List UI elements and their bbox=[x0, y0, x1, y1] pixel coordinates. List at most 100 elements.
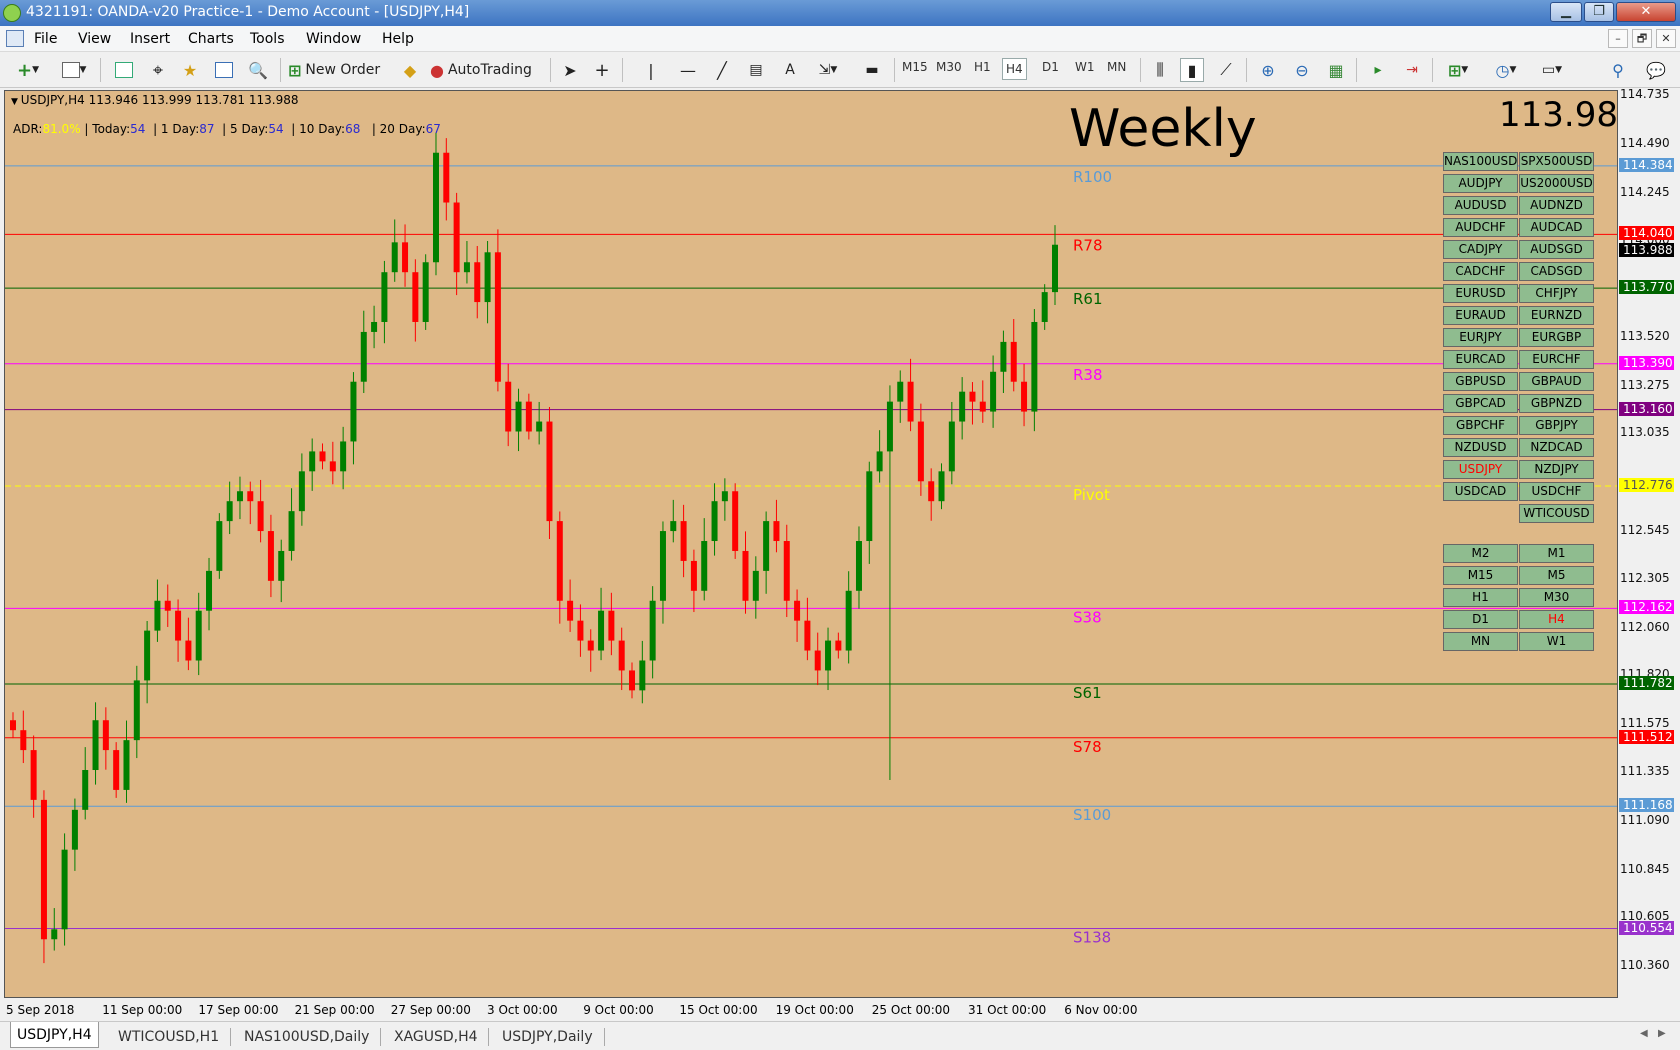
tabs-scroll-left-icon[interactable]: ◀ bbox=[1640, 1028, 1648, 1039]
tab-xagusd-h4[interactable]: XAGUSD,H4 bbox=[388, 1026, 484, 1048]
autotrading-button[interactable]: ● AutoTrading bbox=[430, 58, 542, 82]
crosshair-icon[interactable]: + bbox=[590, 58, 614, 82]
symbol-button-eurgbp[interactable]: EURGBP bbox=[1519, 328, 1594, 347]
symbol-button-euraud[interactable]: EURAUD bbox=[1443, 306, 1518, 325]
text-tool-icon[interactable]: A bbox=[778, 58, 802, 82]
chat-icon[interactable]: 💬 bbox=[1642, 58, 1670, 82]
symbol-button-nzdjpy[interactable]: NZDJPY bbox=[1519, 460, 1594, 479]
symbol-button-spx500usd[interactable]: SPX500USD bbox=[1519, 152, 1594, 171]
data-window-icon[interactable]: ⌖ bbox=[146, 58, 170, 82]
symbol-button-gbpaud[interactable]: GBPAUD bbox=[1519, 372, 1594, 391]
tab-usdjpy-daily[interactable]: USDJPY,Daily bbox=[496, 1026, 599, 1048]
new-chart-icon[interactable]: + ▼ bbox=[10, 58, 46, 82]
cursor-icon[interactable]: ➤ bbox=[558, 58, 582, 82]
symbol-button-wticousd[interactable]: WTICOUSD bbox=[1519, 504, 1594, 523]
templates-icon[interactable]: ▭ ▼ bbox=[1534, 58, 1570, 82]
chart-shift-icon[interactable]: ▸ bbox=[1366, 58, 1390, 82]
tf-w1[interactable]: W1 bbox=[1075, 60, 1095, 74]
menu-file[interactable]: File bbox=[34, 31, 57, 47]
candlestick-icon[interactable]: ▮ bbox=[1180, 58, 1204, 82]
expert-advisors-icon[interactable]: ◆ bbox=[398, 58, 422, 82]
tf-button-m30[interactable]: M30 bbox=[1519, 588, 1594, 607]
tf-button-d1[interactable]: D1 bbox=[1443, 610, 1518, 629]
tf-m30[interactable]: M30 bbox=[936, 60, 962, 74]
symbol-button-us2000usd[interactable]: US2000USD bbox=[1519, 174, 1594, 193]
tab-usdjpy-h4[interactable]: USDJPY,H4 bbox=[10, 1022, 99, 1048]
strategy-tester-icon[interactable]: 🔍 bbox=[246, 58, 270, 82]
period-separator-icon[interactable]: ▬ bbox=[860, 58, 884, 82]
maximize-button[interactable]: ❐ bbox=[1584, 2, 1614, 22]
symbol-button-cadjpy[interactable]: CADJPY bbox=[1443, 240, 1518, 259]
tf-h1[interactable]: H1 bbox=[974, 60, 991, 74]
horizontal-line-icon[interactable]: — bbox=[676, 58, 700, 82]
vertical-line-icon[interactable]: | bbox=[642, 58, 660, 82]
close-button[interactable]: ✕ bbox=[1616, 2, 1676, 22]
tf-button-m2[interactable]: M2 bbox=[1443, 544, 1518, 563]
symbol-button-eurusd[interactable]: EURUSD bbox=[1443, 284, 1518, 303]
price-chart[interactable]: R100 R78 R61 R38 Pivot S38 S61 S78 S100 S138 bbox=[5, 91, 1618, 998]
tf-button-mn[interactable]: MN bbox=[1443, 632, 1518, 651]
symbol-button-gbpchf[interactable]: GBPCHF bbox=[1443, 416, 1518, 435]
symbol-button-audcad[interactable]: AUDCAD bbox=[1519, 218, 1594, 237]
symbol-button-nzdcad[interactable]: NZDCAD bbox=[1519, 438, 1594, 457]
symbol-button-audjpy[interactable]: AUDJPY bbox=[1443, 174, 1518, 193]
search-icon[interactable]: ⚲ bbox=[1606, 58, 1630, 82]
symbol-button-eurjpy[interactable]: EURJPY bbox=[1443, 328, 1518, 347]
zoom-out-icon[interactable]: ⊖ bbox=[1290, 58, 1314, 82]
symbol-button-chfjpy[interactable]: CHFJPY bbox=[1519, 284, 1594, 303]
menu-tools[interactable]: Tools bbox=[250, 31, 285, 47]
symbol-button-audsgd[interactable]: AUDSGD bbox=[1519, 240, 1594, 259]
tf-mn[interactable]: MN bbox=[1107, 60, 1126, 74]
tab-wticousd-h1[interactable]: WTICOUSD,H1 bbox=[112, 1026, 225, 1048]
mdi-minimize-button[interactable]: – bbox=[1608, 29, 1628, 48]
chart-area[interactable]: R100 R78 R61 R38 Pivot S38 S61 S78 S100 S138 ▼ US… bbox=[4, 90, 1618, 998]
arrows-icon[interactable]: ⇲ ▼ bbox=[810, 58, 846, 82]
menu-window[interactable]: Window bbox=[306, 31, 361, 47]
autoscroll-icon[interactable]: ⇥ bbox=[1400, 58, 1424, 82]
symbol-button-gbpjpy[interactable]: GBPJPY bbox=[1519, 416, 1594, 435]
symbol-button-usdcad[interactable]: USDCAD bbox=[1443, 482, 1518, 501]
menu-view[interactable]: View bbox=[78, 31, 111, 47]
symbol-button-audusd[interactable]: AUDUSD bbox=[1443, 196, 1518, 215]
menu-charts[interactable]: Charts bbox=[188, 31, 234, 47]
profiles-icon[interactable]: ▼ bbox=[56, 58, 92, 82]
symbol-button-nas100usd[interactable]: NAS100USD bbox=[1443, 152, 1518, 171]
chart-document-icon[interactable] bbox=[6, 30, 24, 47]
tf-button-m1[interactable]: M1 bbox=[1519, 544, 1594, 563]
tf-button-m15[interactable]: M15 bbox=[1443, 566, 1518, 585]
tf-h4[interactable]: H4 bbox=[1002, 58, 1027, 80]
mdi-restore-button[interactable]: 🗗 bbox=[1632, 29, 1652, 48]
minimize-button[interactable]: ▁ bbox=[1550, 2, 1582, 22]
tab-nas100usd-daily[interactable]: NAS100USD,Daily bbox=[238, 1026, 375, 1048]
bar-chart-icon[interactable]: ⫼ bbox=[1148, 58, 1172, 82]
navigator-icon[interactable]: ★ bbox=[178, 58, 202, 82]
collapse-arrow-icon[interactable]: ▼ bbox=[11, 97, 21, 107]
symbol-button-eurcad[interactable]: EURCAD bbox=[1443, 350, 1518, 369]
symbol-button-audnzd[interactable]: AUDNZD bbox=[1519, 196, 1594, 215]
trendline-icon[interactable]: ╱ bbox=[710, 58, 734, 82]
symbol-button-gbpcad[interactable]: GBPCAD bbox=[1443, 394, 1518, 413]
mdi-close-button[interactable]: ✕ bbox=[1656, 29, 1676, 48]
tf-button-h4[interactable]: H4 bbox=[1519, 610, 1594, 629]
zoom-in-icon[interactable]: ⊕ bbox=[1256, 58, 1280, 82]
tf-d1[interactable]: D1 bbox=[1042, 60, 1059, 74]
symbol-button-usdchf[interactable]: USDCHF bbox=[1519, 482, 1594, 501]
tabs-scroll-right-icon[interactable]: ▶ bbox=[1658, 1028, 1666, 1039]
symbol-button-cadsgd[interactable]: CADSGD bbox=[1519, 262, 1594, 281]
tf-button-w1[interactable]: W1 bbox=[1519, 632, 1594, 651]
symbol-button-cadchf[interactable]: CADCHF bbox=[1443, 262, 1518, 281]
channel-icon[interactable]: ▤ bbox=[744, 58, 768, 82]
symbol-button-gbpusd[interactable]: GBPUSD bbox=[1443, 372, 1518, 391]
new-order-button[interactable]: ⊞ New Order bbox=[288, 58, 384, 82]
market-watch-icon[interactable] bbox=[112, 58, 136, 82]
terminal-icon[interactable] bbox=[212, 58, 236, 82]
symbol-button-eurchf[interactable]: EURCHF bbox=[1519, 350, 1594, 369]
menu-insert[interactable]: Insert bbox=[130, 31, 170, 47]
line-chart-icon[interactable]: ⟋ bbox=[1214, 58, 1238, 82]
tf-button-h1[interactable]: H1 bbox=[1443, 588, 1518, 607]
symbol-button-nzdusd[interactable]: NZDUSD bbox=[1443, 438, 1518, 457]
tf-button-m5[interactable]: M5 bbox=[1519, 566, 1594, 585]
symbol-button-usdjpy[interactable]: USDJPY bbox=[1443, 460, 1518, 479]
tf-m15[interactable]: M15 bbox=[902, 60, 928, 74]
symbol-button-audchf[interactable]: AUDCHF bbox=[1443, 218, 1518, 237]
